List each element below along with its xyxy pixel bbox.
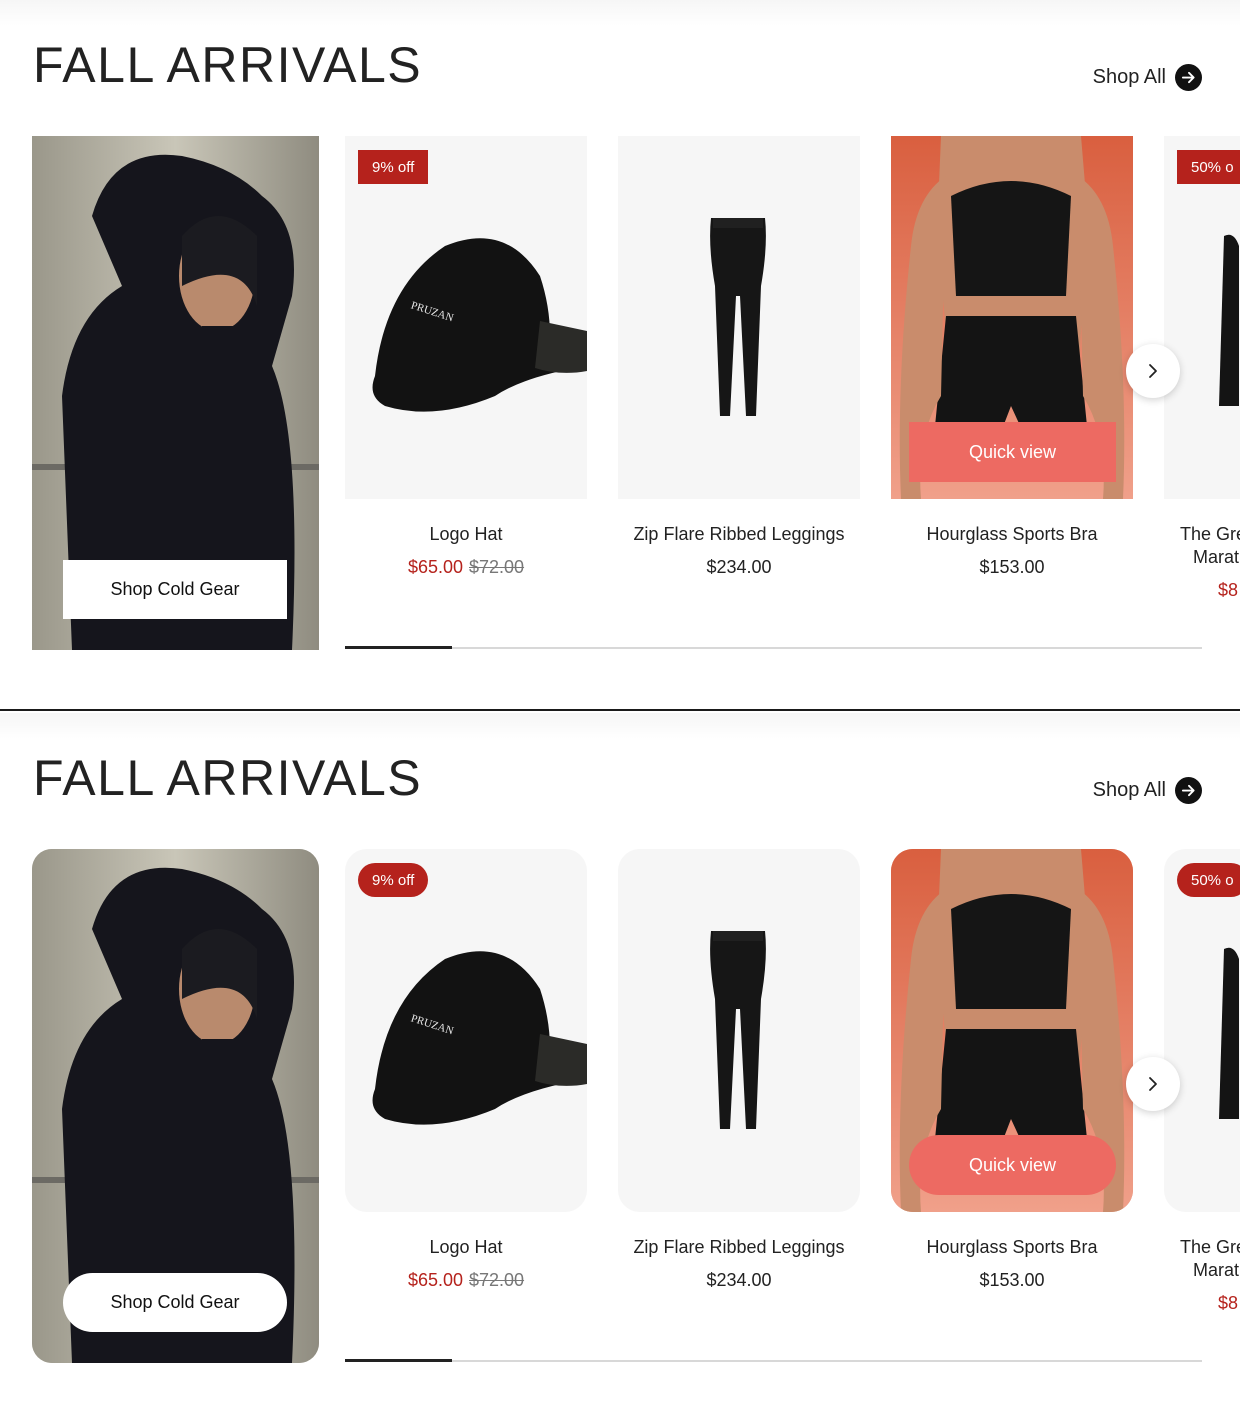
discount-badge: 50% o [1177,150,1240,184]
carousel-scrollbar-thumb[interactable] [345,1359,453,1362]
sale-price: $8 [1218,580,1239,600]
product-carousel-section: FALL ARRIVALS Shop All Shop Cold Gear PR… [0,0,1240,690]
product-name[interactable]: Zip Flare Ribbed Leggings [618,1236,860,1259]
product-name[interactable]: Logo Hat [345,523,587,546]
product-carousel-section: FALL ARRIVALS Shop All Shop Cold Gear PR… [0,713,1240,1403]
product-image[interactable] [618,136,860,499]
product-image[interactable]: 50% o [1164,136,1240,499]
product-card[interactable]: PRUZAN 9% off Logo Hat $65.00 $72.00 [345,136,587,579]
discount-badge: 50% o [1177,863,1240,897]
product-name[interactable]: Logo Hat [345,1236,587,1259]
product-name-line: Marat [1193,547,1240,567]
chevron-right-icon [1149,364,1157,378]
product-name[interactable]: The Gre Marat [1164,1236,1240,1282]
discount-badge: 9% off [358,863,429,897]
product-price: $153.00 [891,556,1133,579]
product-image[interactable]: Quick view [891,849,1133,1212]
product-name[interactable]: Hourglass Sports Bra [891,1236,1133,1259]
product-image[interactable]: PRUZAN 9% off [345,849,587,1212]
product-image[interactable]: 50% o [1164,849,1240,1212]
product-card[interactable]: Quick view Hourglass Sports Bra $153.00 [891,136,1133,579]
product-price: $234.00 [618,1269,860,1292]
product-name[interactable]: Zip Flare Ribbed Leggings [618,523,860,546]
product-name-line: Marat [1193,1260,1240,1280]
price: $153.00 [979,1270,1045,1290]
shop-all-link[interactable]: Shop All [1093,64,1202,91]
product-price: $65.00 $72.00 [345,1269,587,1292]
carousel-next-button[interactable] [1126,344,1180,398]
arrow-right-icon [1175,777,1202,804]
quick-view-button[interactable]: Quick view [909,422,1116,482]
original-price: $72.00 [469,1270,525,1290]
top-fade [0,713,1240,739]
section-divider [0,709,1240,711]
promo-card-image[interactable]: Shop Cold Gear [32,136,319,650]
carousel-scrollbar[interactable] [345,1359,1202,1362]
product-name[interactable]: Hourglass Sports Bra [891,523,1133,546]
product-name[interactable]: The Gre Marat [1164,523,1240,569]
top-fade [0,0,1240,26]
product-card[interactable]: Zip Flare Ribbed Leggings $234.00 [618,849,860,1292]
carousel-scrollbar[interactable] [345,646,1202,649]
product-image[interactable]: Quick view [891,136,1133,499]
sale-price: $8 [1218,1293,1239,1313]
product-price: $8 [1164,1292,1240,1315]
product-card[interactable]: Zip Flare Ribbed Leggings $234.00 [618,136,860,579]
sale-price: $65.00 [407,557,463,577]
product-image[interactable] [618,849,860,1212]
section-title: FALL ARRIVALS [33,37,423,93]
carousel-next-button[interactable] [1126,1057,1180,1111]
product-image[interactable]: PRUZAN 9% off [345,136,587,499]
carousel-scrollbar-thumb[interactable] [345,646,453,649]
price: $153.00 [979,557,1045,577]
product-name-line: The Gre [1180,1237,1240,1257]
shop-cold-gear-button[interactable]: Shop Cold Gear [63,1273,287,1332]
shop-cold-gear-button[interactable]: Shop Cold Gear [63,560,287,619]
shop-all-label: Shop All [1092,66,1166,88]
original-price: $72.00 [469,557,525,577]
sale-price: $65.00 [407,1270,463,1290]
discount-badge: 9% off [358,150,429,184]
product-name-line: The Gre [1180,524,1240,544]
price: $234.00 [706,557,772,577]
chevron-right-icon [1149,1077,1157,1091]
product-price: $8 [1164,579,1240,602]
arrow-right-icon [1175,64,1202,91]
product-card[interactable]: PRUZAN 9% off Logo Hat $65.00 $72.00 [345,849,587,1292]
price: $234.00 [706,1270,772,1290]
shop-all-link[interactable]: Shop All [1093,777,1202,804]
product-price: $65.00 $72.00 [345,556,587,579]
promo-card-image[interactable]: Shop Cold Gear [32,849,319,1363]
shop-all-label: Shop All [1092,779,1166,801]
product-price: $153.00 [891,1269,1133,1292]
product-card[interactable]: Quick view Hourglass Sports Bra $153.00 [891,849,1133,1292]
quick-view-button[interactable]: Quick view [909,1135,1116,1195]
section-title: FALL ARRIVALS [33,750,423,806]
product-price: $234.00 [618,556,860,579]
